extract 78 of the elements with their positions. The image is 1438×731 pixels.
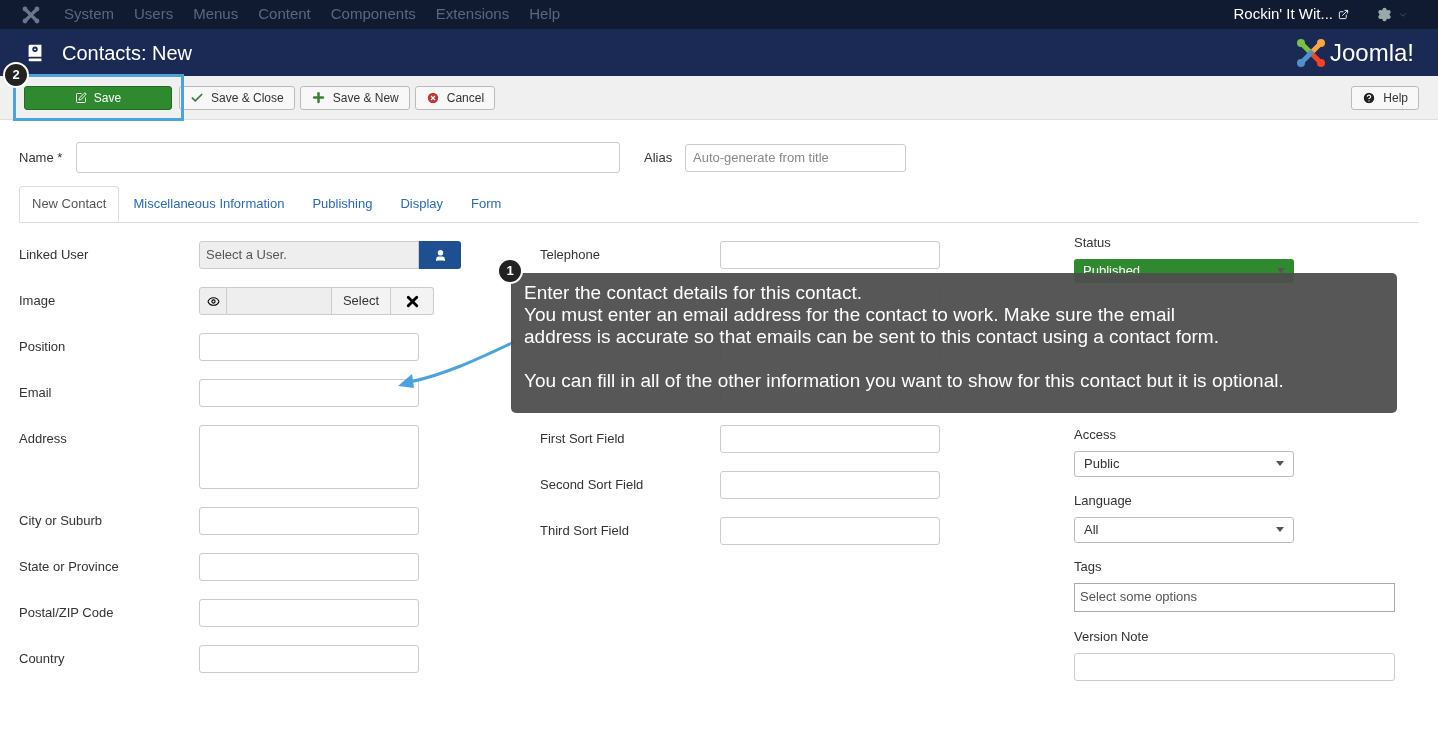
field-label: Tags: [1074, 558, 1103, 576]
help-button[interactable]: Help: [1351, 85, 1419, 110]
field-label: Address: [19, 430, 68, 448]
preview-button[interactable]: [199, 287, 227, 315]
field-label: Status: [1074, 234, 1112, 252]
tooltip-text: You can fill in all of the other information you want to show for this contact but it is optional.: [524, 370, 1285, 392]
edit-icon: [74, 91, 87, 104]
field-label: Country: [19, 650, 66, 668]
field-label: Access: [1074, 426, 1117, 444]
toolbar-button[interactable]: Cancel: [414, 85, 496, 110]
field-label: Image: [19, 292, 57, 310]
external-link-icon: [1338, 9, 1349, 20]
tooltip-text: Enter the contact details for this contact. You must enter an email address for the contact to work. Make sure the email address is accurate so that emails can be sent to this contact using a contact form.: [524, 282, 1220, 348]
tab[interactable]: Publishing: [298, 186, 387, 222]
field-label: State or Province: [19, 558, 120, 576]
tags-field[interactable]: Select some options: [1074, 582, 1395, 612]
site-link[interactable]: Rockin' It Wit...: [1233, 3, 1333, 26]
select-user-button[interactable]: [419, 241, 461, 269]
user-select-field[interactable]: Select a User.: [199, 241, 419, 269]
settings-icon[interactable]: [1377, 7, 1392, 22]
eye-icon: [206, 294, 220, 308]
menu-item[interactable]: Menus: [193, 3, 239, 26]
field-label: Third Sort Field: [540, 522, 630, 540]
cancel-icon: [425, 90, 440, 105]
image-path-field[interactable]: [227, 287, 331, 315]
field-label: Position: [19, 338, 67, 356]
save-button[interactable]: Save: [24, 85, 172, 110]
step-marker: 1: [497, 258, 523, 284]
dropdown[interactable]: All: [1074, 516, 1294, 543]
caret-icon: [1276, 461, 1284, 466]
select-image-button[interactable]: Select: [331, 287, 391, 315]
input-field[interactable]: [199, 645, 419, 673]
field-label: Name *: [19, 148, 64, 167]
tab[interactable]: New Contact: [19, 186, 120, 222]
field-label: Email: [19, 384, 53, 402]
logo-text: Joomla!: [1329, 37, 1414, 68]
input-field[interactable]: [199, 507, 419, 535]
joomla-icon: [22, 5, 40, 24]
input-field[interactable]: [199, 379, 419, 407]
tab[interactable]: Display: [386, 186, 458, 222]
menu-item[interactable]: Components: [330, 3, 416, 26]
toolbar-button[interactable]: Save & Close: [179, 85, 295, 110]
tab[interactable]: Form: [457, 186, 516, 222]
clear-button[interactable]: [391, 287, 434, 315]
input-field[interactable]: [720, 471, 940, 499]
input-field[interactable]: [720, 517, 940, 545]
help-icon: [1362, 90, 1377, 105]
toolbar-button[interactable]: Save & New: [299, 85, 410, 110]
field-label: Postal/ZIP Code: [19, 604, 115, 622]
input-field[interactable]: [199, 553, 419, 581]
field-label: Second Sort Field: [540, 476, 645, 494]
tab[interactable]: Miscellaneous Information: [119, 186, 299, 222]
alias-field[interactable]: Auto-generate from title: [685, 143, 906, 172]
input-field[interactable]: [199, 599, 419, 627]
menu-item[interactable]: Extensions: [435, 3, 510, 26]
input-field[interactable]: [720, 241, 940, 269]
field-label: First Sort Field: [540, 430, 626, 448]
field-label: City or Suburb: [19, 512, 104, 530]
caret-icon: [1276, 527, 1284, 532]
menu-item[interactable]: System: [64, 3, 114, 26]
name-field[interactable]: [76, 142, 620, 173]
field-label: Version Note: [1074, 628, 1150, 646]
field-label: Alias: [644, 148, 674, 167]
field-label: Language: [1074, 492, 1133, 510]
page-title: Contacts: New: [62, 40, 193, 66]
input-field[interactable]: [720, 425, 940, 453]
field-label: Telephone: [540, 246, 601, 264]
plus-icon: [310, 90, 326, 105]
menu-item[interactable]: Help: [529, 3, 561, 26]
menu-item[interactable]: Users: [134, 3, 174, 26]
joomla-logo-icon: [1295, 37, 1326, 68]
menu-item[interactable]: Content: [258, 3, 311, 26]
input-field[interactable]: [199, 425, 419, 489]
input-field[interactable]: [199, 333, 419, 361]
input-field[interactable]: [1074, 652, 1395, 681]
user-icon: [433, 248, 447, 262]
field-label: Linked User: [19, 246, 90, 264]
dropdown[interactable]: Public: [1074, 450, 1294, 477]
